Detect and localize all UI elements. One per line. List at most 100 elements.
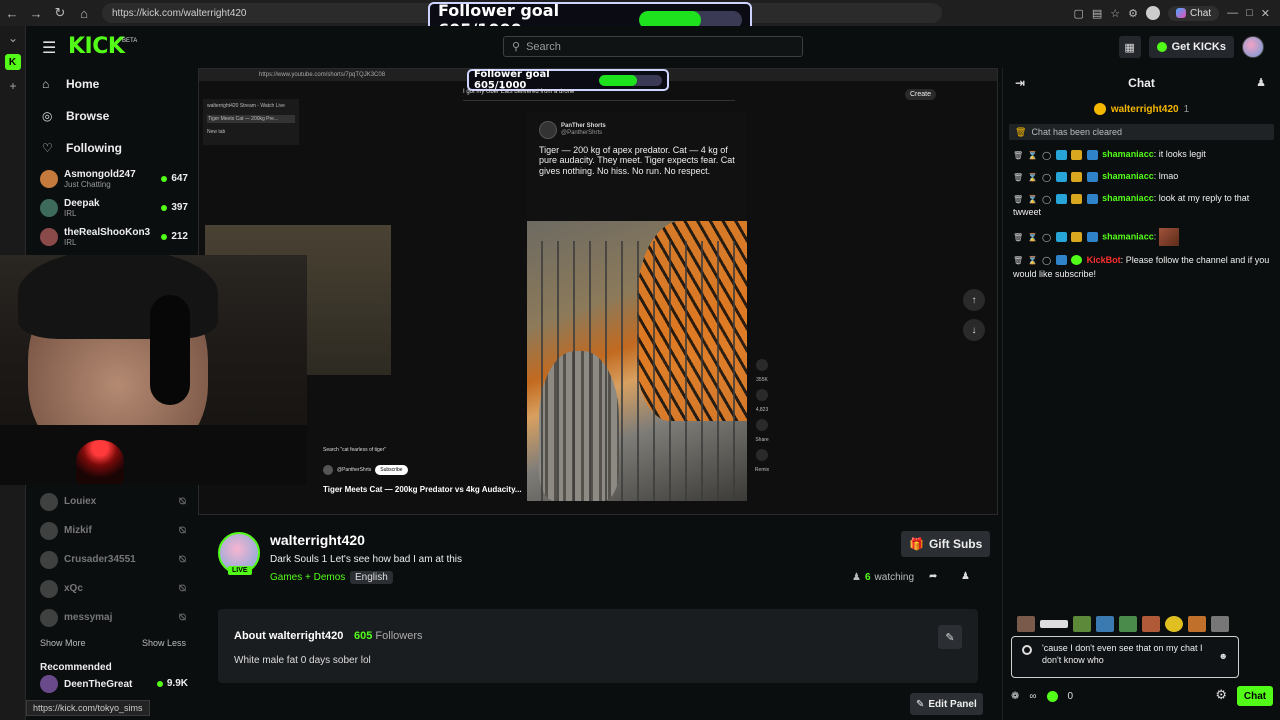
plus-icon[interactable]: + (0, 74, 26, 98)
home-icon[interactable]: ⌂ (72, 1, 96, 25)
send-chat-button[interactable]: Chat (1237, 686, 1273, 706)
language-tag[interactable]: English (350, 571, 393, 584)
ban-icon[interactable]: ◯ (1042, 194, 1051, 204)
edit-panel-button[interactable]: ✎ Edit Panel (910, 693, 983, 715)
timeout-icon[interactable]: ⌛ (1028, 232, 1038, 242)
screenshot-icon[interactable]: ▢ (1073, 7, 1083, 20)
emote[interactable] (1211, 616, 1229, 632)
show-more-button[interactable]: Show More (40, 638, 86, 648)
emote-picker-icon[interactable] (1022, 645, 1032, 655)
channel-points-icon[interactable]: ❁ (1011, 691, 1019, 702)
sidebar-offline-channel[interactable]: Crusader34551 ⦰ (26, 545, 198, 574)
profile-icon[interactable] (1146, 6, 1160, 20)
chat-username[interactable]: shamaniacc (1102, 231, 1154, 241)
emote[interactable] (1096, 616, 1114, 632)
sidebar-channel[interactable]: Asmongold247 Just Chatting 647 (26, 164, 198, 193)
menu-icon[interactable]: ☰ (42, 38, 56, 58)
minimize-icon[interactable]: — (1227, 7, 1238, 19)
gear-icon[interactable]: ⚙ (1215, 687, 1227, 703)
avatar (40, 492, 58, 511)
chat-users-icon[interactable]: ♟ (1256, 76, 1266, 89)
collapse-chat-icon[interactable]: ⇥ (1015, 76, 1025, 90)
sidebar-offline-channel[interactable]: xQc ⦰ (26, 574, 198, 603)
nav-home[interactable]: ⌂ Home (26, 68, 198, 100)
sidebar-offline-channel[interactable]: Mizkif ⦰ (26, 516, 198, 545)
timeout-icon[interactable]: ⌛ (1028, 150, 1038, 160)
get-kicks-button[interactable]: Get KICKs (1148, 36, 1234, 58)
emote[interactable] (1040, 620, 1068, 628)
sidebar-offline-channel[interactable]: messymaj ⦰ (26, 603, 198, 632)
show-less-button[interactable]: Show Less (142, 638, 186, 648)
search-input[interactable]: ⚲ Search (503, 36, 803, 57)
inner-goal-bar (598, 74, 662, 86)
ban-icon[interactable]: ◯ (1042, 232, 1051, 242)
viewer-count-value: 9.9K (166, 678, 188, 689)
refresh-icon[interactable]: ↻ (48, 1, 72, 25)
delete-icon[interactable]: 🗑 (1013, 194, 1023, 204)
sidebar-channel[interactable]: DeenTheGreat 9.9K (26, 673, 198, 695)
chat-username[interactable]: KickBot (1087, 255, 1121, 265)
viewer-count-value: 397 (171, 202, 188, 213)
emote[interactable] (1119, 616, 1137, 632)
offline-icon: ⦰ (178, 496, 186, 506)
emote[interactable] (1017, 616, 1035, 632)
reader-icon[interactable]: ▤ (1092, 7, 1102, 20)
comment-count: 4,823 (755, 407, 769, 413)
chat-username[interactable]: shamaniacc (1102, 149, 1154, 159)
ban-icon[interactable]: ◯ (1042, 150, 1051, 160)
timeout-icon[interactable]: ⌛ (1028, 172, 1038, 182)
chevron-down-icon[interactable]: ⌄ (0, 26, 26, 50)
delete-icon[interactable]: 🗑 (1013, 172, 1023, 182)
gift-subs-button[interactable]: 🎁 Gift Subs (901, 531, 991, 557)
emote[interactable] (1188, 616, 1206, 632)
emote[interactable] (1073, 616, 1091, 632)
back-icon[interactable]: ← (0, 1, 24, 25)
close-icon[interactable]: ✕ (1261, 7, 1270, 20)
emote[interactable] (1142, 616, 1160, 632)
ban-icon[interactable]: ◯ (1042, 172, 1051, 182)
pinned-gifter[interactable]: walterright420 1 (1003, 98, 1280, 120)
smiley-icon[interactable]: ☻ (1219, 651, 1228, 663)
kick-tab-icon[interactable]: K (4, 54, 21, 70)
timeout-icon[interactable]: ⌛ (1028, 255, 1038, 265)
chat-input[interactable]: 'cause I don't even see that on my chat … (1011, 636, 1239, 678)
sidebar-channel[interactable]: Deepak IRL 397 (26, 193, 198, 222)
copilot-chat-button[interactable]: Chat (1168, 5, 1220, 21)
chat-username[interactable]: shamaniacc (1102, 171, 1154, 181)
timeout-icon[interactable]: ⌛ (1028, 194, 1038, 204)
maximize-icon[interactable]: □ (1246, 7, 1253, 19)
video-player[interactable]: https://www.youtube.com/shorts/7pqTQJK3C… (198, 68, 998, 515)
like-icon (756, 359, 768, 371)
verified-badge-icon (1071, 255, 1083, 266)
share-icon[interactable]: ➦ (929, 571, 937, 582)
user-avatar[interactable] (1242, 36, 1264, 58)
forward-icon[interactable]: → (24, 1, 48, 25)
stream-category-link[interactable]: Games + Demos (270, 572, 345, 583)
emote[interactable] (1165, 616, 1183, 632)
live-badge: LIVE (228, 566, 252, 575)
avatar (40, 521, 58, 540)
browser-actions: ▢ ▤ ☆ ⚙ Chat — □ ✕ (1073, 0, 1280, 26)
sidebar-channel[interactable]: theRealShooKon3 IRL 212 (26, 222, 198, 251)
kick-logo[interactable]: KICK (68, 34, 125, 59)
chat-username[interactable]: shamaniacc (1102, 193, 1154, 203)
edit-pencil-icon[interactable]: ✎ (938, 625, 962, 649)
inner-tabs-panel: walterright420 Stream - Watch Live Tiger… (203, 99, 299, 145)
streamer-name[interactable]: walterright420 (270, 532, 365, 548)
delete-icon[interactable]: 🗑 (1013, 255, 1023, 265)
infinity-icon[interactable]: ∞ (1029, 691, 1036, 702)
user-settings-icon[interactable]: ♟ (961, 571, 970, 582)
delete-icon[interactable]: 🗑 (1013, 232, 1023, 242)
get-kicks-label: Get KICKs (1171, 41, 1226, 53)
dashboard-icon[interactable]: ▦ (1118, 36, 1141, 58)
ban-icon[interactable]: ◯ (1042, 255, 1051, 265)
delete-icon[interactable]: 🗑 (1013, 150, 1023, 160)
offline-icon: ⦰ (178, 525, 186, 535)
sidebar-offline-channel[interactable]: Louiex ⦰ (26, 487, 198, 516)
nav-browse[interactable]: ◎ Browse (26, 100, 198, 132)
nav-following[interactable]: ♡ Following (26, 132, 198, 164)
extensions-icon[interactable]: ⚙ (1128, 7, 1138, 20)
favorite-star-icon[interactable]: ☆ (1110, 7, 1120, 20)
remix-icon (756, 449, 768, 461)
avatar (539, 121, 557, 139)
